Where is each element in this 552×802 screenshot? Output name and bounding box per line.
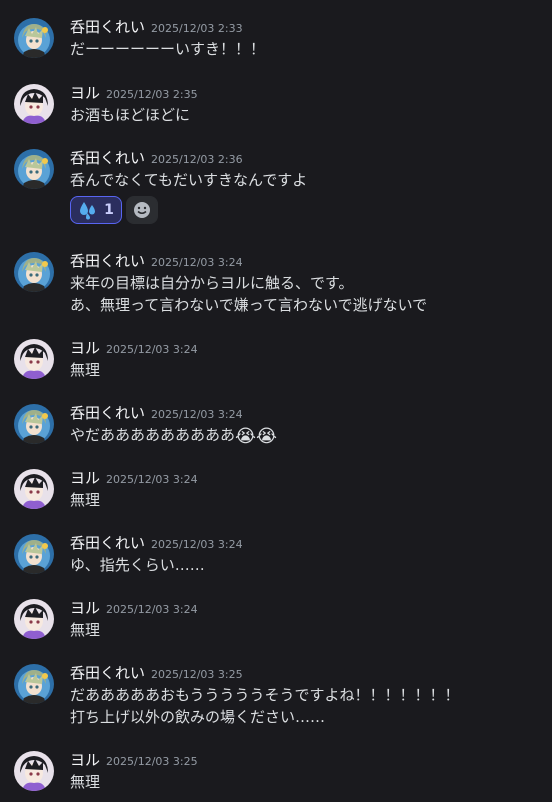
author-name[interactable]: 呑田くれい (70, 534, 145, 552)
message-text: 無理 (70, 771, 100, 793)
message-text: 無理 (70, 489, 100, 511)
message-text-content: 無理 (70, 773, 101, 791)
author-name[interactable]: ヨル (70, 751, 100, 769)
author-name[interactable]: 呑田くれい (70, 404, 145, 422)
avatar-yoru[interactable] (14, 84, 54, 124)
add-reaction-smile-icon (132, 200, 152, 220)
message-text: 無理 (70, 619, 100, 641)
author-name[interactable]: ヨル (70, 84, 100, 102)
timestamp: 2025/12/03 3:24 (151, 538, 243, 551)
avatar-yoru[interactable] (14, 469, 54, 509)
timestamp: 2025/12/03 3:24 (151, 408, 243, 421)
message-text-content: 無理 (70, 621, 101, 639)
timestamp: 2025/12/03 3:24 (151, 256, 243, 269)
avatar-kurei[interactable] (14, 534, 54, 574)
avatar-kurei[interactable] (14, 149, 54, 189)
message-text: ゆ、指先くらい…… (70, 554, 205, 576)
message-text: だーーーーーーいすき！！！ (70, 38, 265, 60)
author-name[interactable]: 呑田くれい (70, 149, 145, 167)
message-text: だあああああおもうううううそうですよね！！！！！！！ (70, 684, 460, 706)
message-text-content: 無理 (70, 491, 101, 509)
message-text-content: お酒もほどほどに (70, 106, 191, 124)
timestamp: 2025/12/03 3:25 (106, 755, 198, 768)
message-text-content: ゆ、指先くらい…… (70, 556, 205, 574)
add-reaction-button[interactable] (126, 196, 158, 224)
avatar-yoru[interactable] (14, 599, 54, 639)
author-name[interactable]: ヨル (70, 599, 100, 617)
timestamp: 2025/12/03 2:35 (106, 88, 198, 101)
message-header: 呑田くれい 2025/12/03 3:25 (70, 662, 243, 684)
avatar-kurei[interactable] (14, 404, 54, 444)
message-text: 来年の目標は自分からヨルに触る、です。 (70, 272, 354, 294)
message-header: 呑田くれい 2025/12/03 2:33 (70, 16, 243, 38)
message-header: ヨル 2025/12/03 3:24 (70, 337, 198, 359)
author-name[interactable]: 呑田くれい (70, 18, 145, 36)
message-text-content: だあああああおもうううううそうですよね！！！！！！！ (70, 686, 460, 704)
message-text-content: あ、無理って言わないで嫌って言わないで逃げないで (70, 296, 428, 314)
message-header: 呑田くれい 2025/12/03 3:24 (70, 250, 243, 272)
avatar-yoru[interactable] (14, 751, 54, 791)
avatar-kurei[interactable] (14, 18, 54, 58)
timestamp: 2025/12/03 3:25 (151, 668, 243, 681)
avatar-kurei[interactable] (14, 664, 54, 704)
message-header: 呑田くれい 2025/12/03 2:36 (70, 147, 243, 169)
message-header: 呑田くれい 2025/12/03 3:24 (70, 532, 243, 554)
message-text-content: だーーーーーーいすき！！！ (70, 40, 266, 58)
message-header: ヨル 2025/12/03 2:35 (70, 82, 198, 104)
message-header: ヨル 2025/12/03 3:24 (70, 597, 198, 619)
timestamp: 2025/12/03 3:24 (106, 343, 198, 356)
message-header: 呑田くれい 2025/12/03 3:24 (70, 402, 243, 424)
message-text: やだあああああああああ😭😭 (70, 424, 278, 447)
loudly-crying-emoji-icon: 😭😭 (235, 426, 278, 447)
message-header: ヨル 2025/12/03 3:24 (70, 467, 198, 489)
reaction-bar: 1 (70, 196, 158, 224)
message-text: 無理 (70, 359, 100, 381)
message-header: ヨル 2025/12/03 3:25 (70, 749, 198, 771)
message-text: 呑んでなくてもだいすきなんですよ (70, 169, 307, 191)
avatar-kurei[interactable] (14, 252, 54, 292)
author-name[interactable]: ヨル (70, 469, 100, 487)
sweat-drops-icon (78, 200, 98, 220)
timestamp: 2025/12/03 3:24 (106, 473, 198, 486)
author-name[interactable]: 呑田くれい (70, 664, 145, 682)
author-name[interactable]: ヨル (70, 339, 100, 357)
message-text-content: 打ち上げ以外の飲みの場ください…… (70, 708, 326, 726)
message-text: お酒もほどほどに (70, 104, 190, 126)
author-name[interactable]: 呑田くれい (70, 252, 145, 270)
timestamp: 2025/12/03 2:33 (151, 22, 243, 35)
reaction-sweat-drops-button[interactable]: 1 (70, 196, 122, 224)
timestamp: 2025/12/03 3:24 (106, 603, 198, 616)
message-text: あ、無理って言わないで嫌って言わないで逃げないで (70, 294, 427, 316)
avatar-yoru[interactable] (14, 339, 54, 379)
message-text-content: やだあああああああああ (70, 426, 236, 444)
message-text: 打ち上げ以外の飲みの場ください…… (70, 706, 325, 728)
message-text-content: 呑んでなくてもだいすきなんですよ (70, 171, 308, 189)
message-text-content: 来年の目標は自分からヨルに触る、です。 (70, 274, 354, 292)
timestamp: 2025/12/03 2:36 (151, 153, 243, 166)
reaction-count: 1 (104, 202, 114, 218)
message-text-content: 無理 (70, 361, 101, 379)
